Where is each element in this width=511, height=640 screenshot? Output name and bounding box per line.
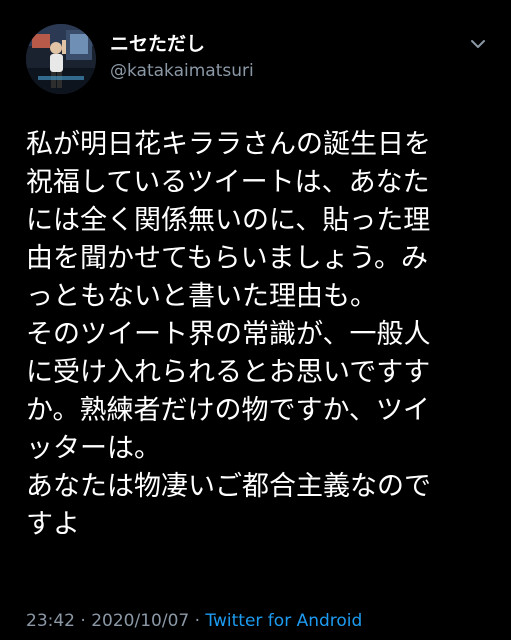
tweet-meta: 23:42 · 2020/10/07 · Twitter for Android [26, 610, 362, 632]
avatar[interactable] [26, 24, 96, 94]
tweet-source-link[interactable]: Twitter for Android [205, 611, 362, 631]
user-handle[interactable]: @katakaimatsuri [110, 61, 254, 81]
tweet-date[interactable]: 2020/10/07 [91, 611, 189, 631]
tweet: ニセただし @katakaimatsuri 私が明日花キララさんの誕生日を 祝福… [0, 0, 511, 640]
chevron-down-icon[interactable] [468, 36, 488, 52]
meta-separator: · [189, 611, 206, 631]
tweet-time[interactable]: 23:42 [26, 611, 75, 631]
tweet-text: 私が明日花キララさんの誕生日を 祝福しているツイートは、あなた には全く関係無い… [26, 129, 431, 540]
meta-separator: · [75, 611, 92, 631]
profile-photo-icon [26, 24, 96, 94]
display-name[interactable]: ニセただし [110, 33, 205, 55]
